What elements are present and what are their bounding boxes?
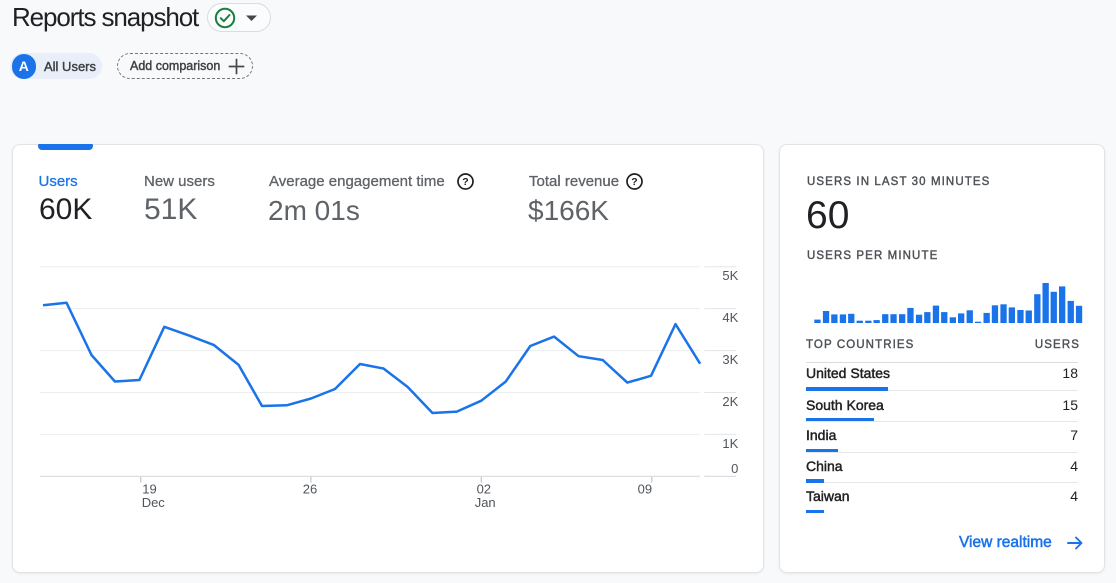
svg-text:5K: 5K	[722, 268, 738, 283]
svg-text:26: 26	[303, 482, 317, 497]
svg-text:3K: 3K	[722, 352, 738, 367]
svg-text:2K: 2K	[722, 394, 738, 409]
svg-text:Jan: Jan	[475, 495, 496, 510]
svg-text:4K: 4K	[722, 310, 738, 325]
svg-text:09: 09	[638, 482, 652, 497]
svg-text:1K: 1K	[722, 436, 738, 451]
svg-text:0: 0	[731, 461, 738, 476]
svg-text:Dec: Dec	[142, 495, 166, 510]
